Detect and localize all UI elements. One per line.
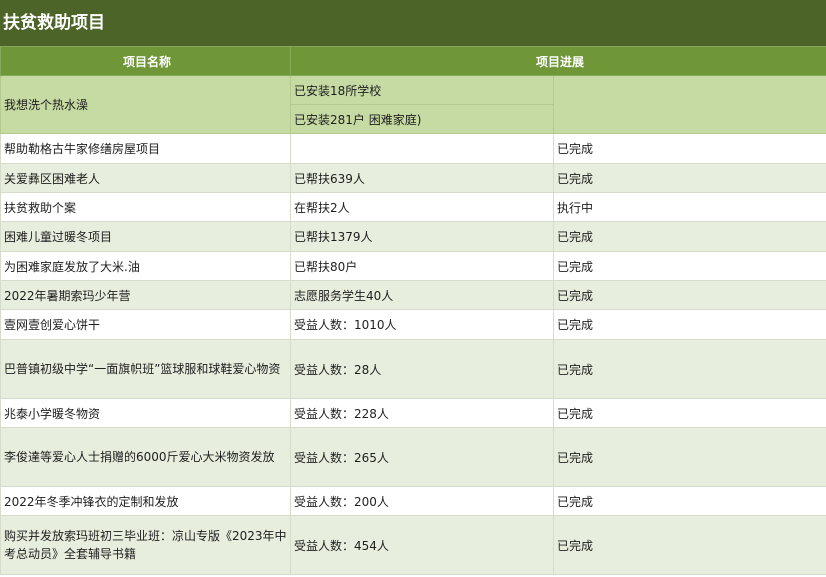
table-header-row: 项目名称 项目进展 [0,46,826,76]
table-row[interactable]: 我想洗个热水澡 已安装18所学校 [0,75,826,134]
status-cell: 已完成 [552,163,826,193]
table-row[interactable]: 扶贫救助个案 在帮扶2人 执行中 [0,192,826,222]
table-row[interactable]: 壹网壹创爱心饼干 受益人数：1010人 已完成 [0,309,826,340]
page-title: 扶贫救助项目 [0,0,826,46]
table-row[interactable]: 兆泰小学暖冬物资 受益人数：228人 已完成 [0,398,826,428]
status-cell: 已完成 [552,339,826,399]
table-row[interactable]: 关爱彝区困难老人 已帮扶639人 已完成 [0,163,826,193]
progress-cell: 志愿服务学生40人 [290,280,554,310]
project-table: 项目名称 项目进展 我想洗个热水澡 已安装18所学校 已安装281户 困难家庭)… [0,46,826,575]
progress-cell: 受益人数：454人 [290,515,554,575]
table-row[interactable]: 帮助勒格古牛家修缮房屋项目 已完成 [0,133,826,164]
project-name-cell: 李俊達等爱心人士捐赠的6000斤爱心大米物资发放 [0,427,291,487]
progress-cell: 在帮扶2人 [290,192,554,222]
status-cell: 已完成 [552,427,826,487]
table-row[interactable]: 困难儿童过暖冬项目 已帮扶1379人 已完成 [0,221,826,252]
progress-cell: 受益人数：1010人 [290,309,554,340]
progress-cell: 已安装18所学校 [290,75,554,105]
table-row[interactable]: 李俊達等爱心人士捐赠的6000斤爱心大米物资发放 受益人数：265人 已完成 [0,427,826,487]
progress-cell: 受益人数：28人 [290,339,554,399]
status-cell: 已完成 [552,309,826,340]
column-header-name[interactable]: 项目名称 [0,46,291,76]
status-cell: 已完成 [552,133,826,164]
table-row[interactable]: 2022年暑期索玛少年营 志愿服务学生40人 已完成 [0,280,826,310]
progress-cell: 受益人数：200人 [290,486,554,516]
progress-cell: 已帮扶1379人 [290,221,554,252]
project-name-cell: 扶贫救助个案 [0,192,291,222]
project-name-cell: 壹网壹创爱心饼干 [0,309,291,340]
status-cell: 已完成 [552,221,826,252]
project-name-cell: 购买并发放索玛班初三毕业班：凉山专版《2023年中考总动员》全套辅导书籍 [0,515,291,575]
table-row[interactable]: 巴普镇初级中学“一面旗帜班”篮球服和球鞋爱心物资 受益人数：28人 已完成 [0,339,826,399]
status-cell: 执行中 [552,192,826,222]
status-cell: 已完成 [552,251,826,281]
project-name-cell: 巴普镇初级中学“一面旗帜班”篮球服和球鞋爱心物资 [0,339,291,399]
project-name-cell: 我想洗个热水澡 [0,75,291,134]
project-name-cell: 2022年冬季冲锋衣的定制和发放 [0,486,291,516]
project-name-cell: 兆泰小学暖冬物资 [0,398,291,428]
project-name-cell: 为困难家庭发放了大米.油 [0,251,291,281]
project-name-cell: 2022年暑期索玛少年营 [0,280,291,310]
progress-cell: 已安装281户 困难家庭) [290,104,554,134]
status-cell: 已完成 [552,486,826,516]
progress-cell: 受益人数：265人 [290,427,554,487]
progress-cell: 受益人数：228人 [290,398,554,428]
column-header-progress[interactable]: 项目进展 [289,46,826,76]
table-row[interactable]: 购买并发放索玛班初三毕业班：凉山专版《2023年中考总动员》全套辅导书籍 受益人… [0,515,826,575]
status-cell [552,75,826,134]
project-name-cell: 关爱彝区困难老人 [0,163,291,193]
progress-cell: 已帮扶80户 [290,251,554,281]
table-row[interactable]: 为困难家庭发放了大米.油 已帮扶80户 已完成 [0,251,826,281]
table-row[interactable]: 2022年冬季冲锋衣的定制和发放 受益人数：200人 已完成 [0,486,826,516]
project-name-cell: 帮助勒格古牛家修缮房屋项目 [0,133,291,164]
status-cell: 已完成 [552,515,826,575]
progress-cell [290,133,554,164]
project-name-cell: 困难儿童过暖冬项目 [0,221,291,252]
status-cell: 已完成 [552,280,826,310]
status-cell: 已完成 [552,398,826,428]
progress-cell: 已帮扶639人 [290,163,554,193]
